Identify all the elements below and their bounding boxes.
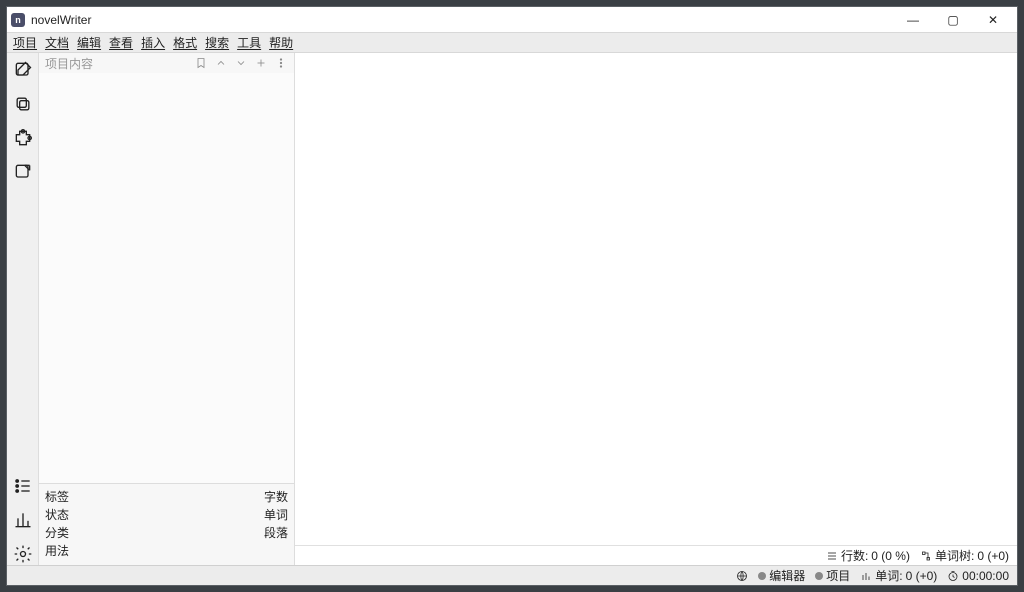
bar-small-icon: [860, 570, 872, 582]
left-toolbar: [7, 53, 39, 565]
globe-icon: [736, 570, 748, 582]
chevron-down-icon[interactable]: [234, 56, 248, 70]
words-value: 0 (+0): [906, 569, 938, 583]
menu-search[interactable]: 搜索: [205, 34, 229, 51]
project-label: 项目: [826, 567, 850, 584]
edit-icon[interactable]: [12, 59, 34, 81]
footer-col-left: 标签 状态 分类 用法: [45, 488, 69, 559]
wordtree-label: 单词树:: [935, 547, 974, 564]
menu-tools[interactable]: 工具: [237, 34, 261, 51]
bottom-statusbar: 编辑器 项目 单词: 0 (+0) 00:00:00: [7, 565, 1017, 585]
app-window: n novelWriter — ▢ ✕ 项目 文档 编辑 查看 插入 格式 搜索…: [6, 6, 1018, 586]
export-icon[interactable]: [12, 161, 34, 183]
words-indicator: 单词: 0 (+0): [860, 567, 937, 584]
project-indicator: 项目: [815, 567, 850, 584]
tree-small-icon: [920, 550, 932, 562]
footer-tag-label: 标签: [45, 488, 69, 505]
chevron-up-icon[interactable]: [214, 56, 228, 70]
editor-area[interactable]: 行数: 0 (0 %) 单词树: 0 (+0): [295, 53, 1017, 565]
stats-icon[interactable]: [12, 509, 34, 531]
lines-label: 行数:: [841, 547, 868, 564]
language-indicator[interactable]: [736, 570, 748, 582]
time-value: 00:00:00: [962, 569, 1009, 583]
footer-paras-label: 段落: [264, 524, 288, 541]
tree-footer: 标签 状态 分类 用法 字数 单词 段落: [39, 483, 294, 565]
maximize-button[interactable]: ▢: [933, 7, 973, 33]
footer-col-right: 字数 单词 段落: [264, 488, 288, 559]
main-body: 项目内容 标签 状态 分类 用法 字数 单词 段落: [7, 53, 1017, 565]
editor-indicator: 编辑器: [758, 567, 805, 584]
puzzle-icon[interactable]: [12, 127, 34, 149]
words-label: 单词:: [875, 567, 902, 584]
copy-icon[interactable]: [12, 93, 34, 115]
menu-help[interactable]: 帮助: [269, 34, 293, 51]
app-icon: n: [11, 13, 25, 27]
plus-icon[interactable]: [254, 56, 268, 70]
footer-usage-label: 用法: [45, 542, 69, 559]
list-icon[interactable]: [12, 475, 34, 497]
minimize-button[interactable]: —: [893, 7, 933, 33]
project-dot-icon: [815, 572, 823, 580]
menu-document[interactable]: 文档: [45, 34, 69, 51]
menu-project[interactable]: 项目: [13, 34, 37, 51]
project-tree[interactable]: [39, 73, 294, 483]
editor-label: 编辑器: [769, 567, 805, 584]
window-controls: — ▢ ✕: [893, 7, 1013, 33]
editor-dot-icon: [758, 572, 766, 580]
project-tree-panel: 项目内容 标签 状态 分类 用法 字数 单词 段落: [39, 53, 295, 565]
list-small-icon: [826, 550, 838, 562]
menu-view[interactable]: 查看: [109, 34, 133, 51]
lines-status: 行数: 0 (0 %): [826, 547, 910, 564]
clock-icon: [947, 570, 959, 582]
footer-chars-label: 字数: [264, 488, 288, 505]
tree-header-title: 项目内容: [45, 55, 188, 72]
menu-insert[interactable]: 插入: [141, 34, 165, 51]
footer-status-label: 状态: [45, 506, 69, 523]
bookmark-icon[interactable]: [194, 56, 208, 70]
editor-statusbar: 行数: 0 (0 %) 单词树: 0 (+0): [295, 545, 1017, 565]
close-button[interactable]: ✕: [973, 7, 1013, 33]
time-indicator: 00:00:00: [947, 569, 1009, 583]
footer-category-label: 分类: [45, 524, 69, 541]
tree-header: 项目内容: [39, 53, 294, 73]
wordtree-value: 0 (+0): [977, 549, 1009, 563]
menu-format[interactable]: 格式: [173, 34, 197, 51]
footer-words-label: 单词: [264, 506, 288, 523]
menubar: 项目 文档 编辑 查看 插入 格式 搜索 工具 帮助: [7, 33, 1017, 53]
lines-value: 0 (0 %): [871, 549, 910, 563]
titlebar: n novelWriter — ▢ ✕: [7, 7, 1017, 33]
wordtree-status: 单词树: 0 (+0): [920, 547, 1009, 564]
more-vert-icon[interactable]: [274, 56, 288, 70]
app-title: novelWriter: [31, 13, 91, 27]
menu-edit[interactable]: 编辑: [77, 34, 101, 51]
gear-icon[interactable]: [12, 543, 34, 565]
